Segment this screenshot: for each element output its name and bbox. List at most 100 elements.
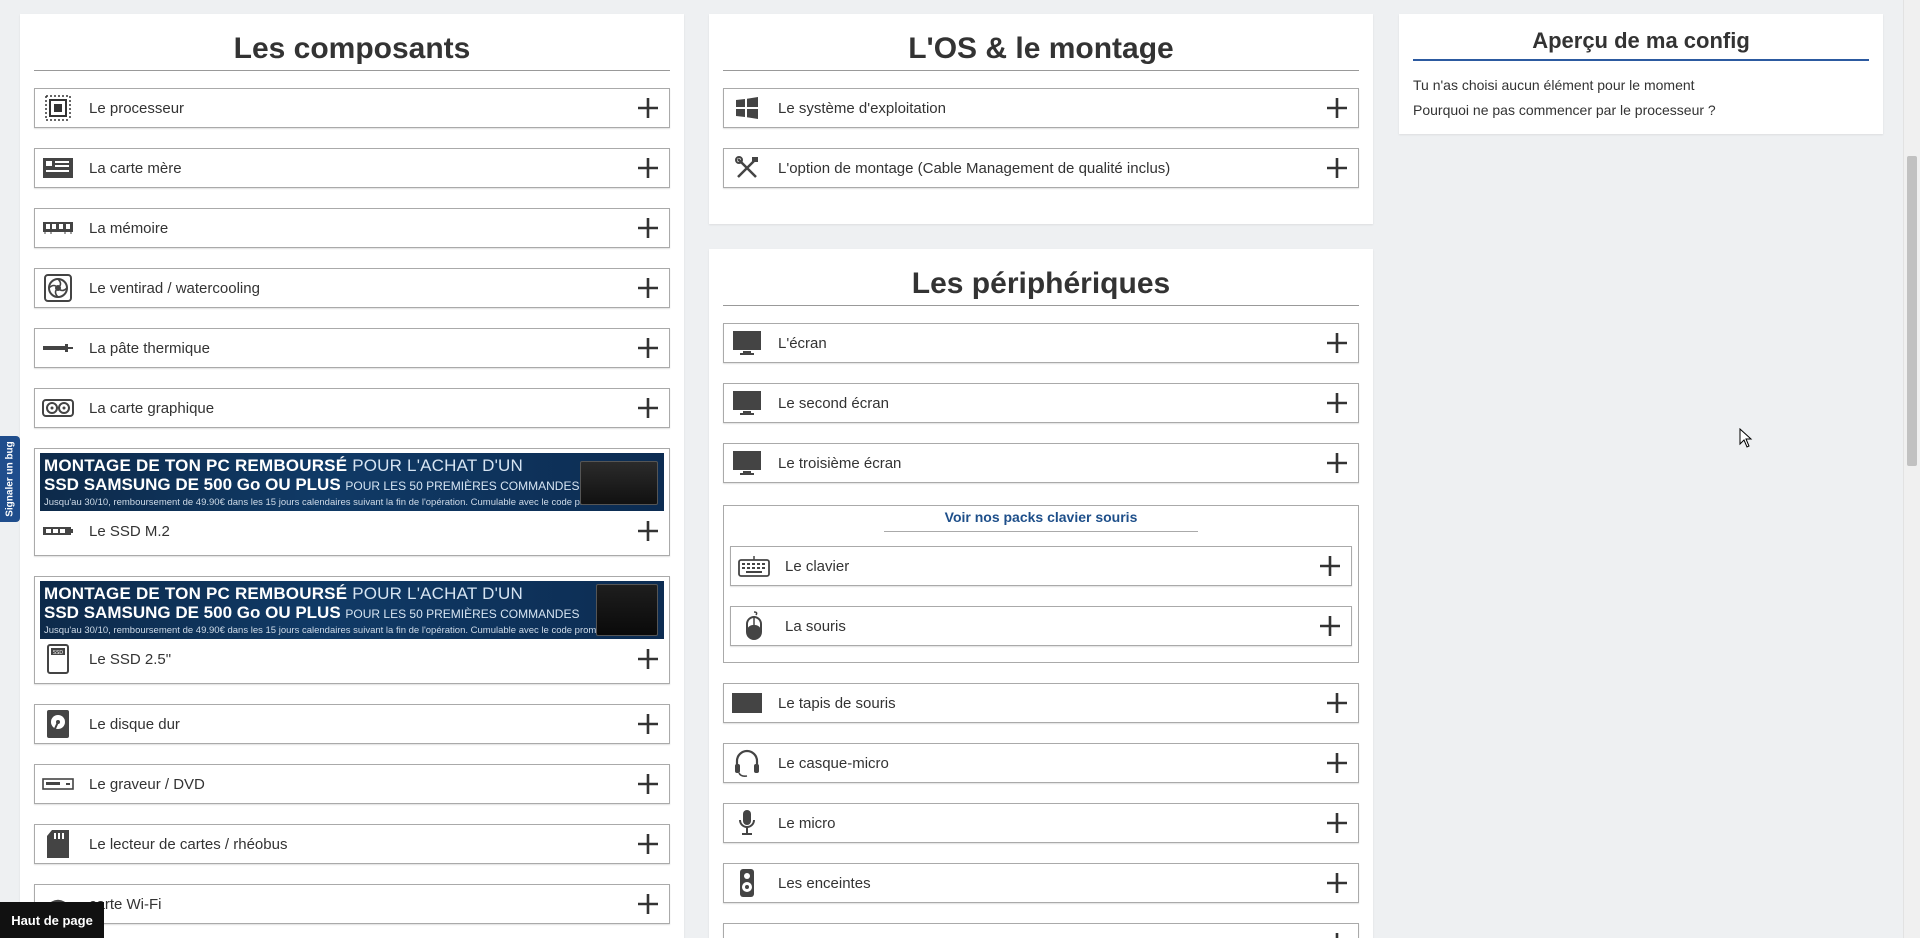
- fan-icon: [35, 269, 81, 307]
- add-wifi-button[interactable]: [627, 885, 669, 923]
- component-item-dvd[interactable]: Le graveur / DVD: [34, 764, 670, 804]
- peripheral-item-keyboard[interactable]: Le clavier: [730, 546, 1352, 586]
- component-item-memory[interactable]: La mémoire: [34, 208, 670, 248]
- add-mouse-button[interactable]: [1309, 607, 1351, 645]
- add-card-reader-button[interactable]: [627, 825, 669, 863]
- monitor-icon: [724, 444, 770, 482]
- promo-text: SAMSUNG: [83, 603, 171, 622]
- add-screen-button[interactable]: [1316, 324, 1358, 362]
- promo-text: MONTAGE DE TON PC: [44, 584, 231, 603]
- component-item-graphics-card[interactable]: La carte graphique: [34, 388, 670, 428]
- tools-icon: [724, 149, 770, 187]
- peripheral-label: La souris: [785, 617, 846, 635]
- component-label: Le disque dur: [89, 715, 180, 733]
- keyboard-mouse-group: Voir nos packs clavier souris Le clavier…: [723, 505, 1359, 663]
- dvd-drive-icon: [35, 765, 81, 803]
- back-to-top-button[interactable]: Haut de page: [0, 902, 104, 938]
- samsung-promo-banner[interactable]: MONTAGE DE TON PC REMBOURSÉ POUR L'ACHAT…: [40, 453, 664, 511]
- os-label: Le système d'exploitation: [778, 99, 946, 117]
- packs-link-divider: [884, 531, 1198, 532]
- keyboard-mouse-packs-link[interactable]: Voir nos packs clavier souris: [724, 506, 1358, 525]
- keyboard-icon: [731, 547, 777, 585]
- component-item-ssd-m2[interactable]: MONTAGE DE TON PC REMBOURSÉ POUR L'ACHAT…: [34, 448, 670, 556]
- svg-text:SSD: SSD: [53, 650, 63, 656]
- peripheral-item-headset[interactable]: Le casque-micro: [723, 743, 1359, 783]
- promo-terms: Jusqu'au 30/10, remboursement de 49.90€ …: [44, 625, 605, 636]
- component-item-wifi[interactable]: carte Wi-Fi: [34, 884, 670, 924]
- os-item-system[interactable]: Le système d'exploitation: [723, 88, 1359, 128]
- config-preview-panel: Aperçu de ma config Tu n'as choisi aucun…: [1399, 14, 1883, 134]
- add-hdd-button[interactable]: [627, 705, 669, 743]
- preview-title: Aperçu de ma config: [1532, 28, 1750, 53]
- windows-icon: [724, 89, 770, 127]
- add-third-screen-button[interactable]: [1316, 444, 1358, 482]
- peripheral-label: L'écran: [778, 334, 827, 352]
- page-scrollbar[interactable]: [1903, 0, 1920, 938]
- add-headset-button[interactable]: [1316, 744, 1358, 782]
- gpu-icon: [35, 389, 81, 427]
- peripheral-item-microphone[interactable]: Le micro: [723, 803, 1359, 843]
- add-ssd-25-button[interactable]: [627, 640, 669, 678]
- report-bug-tab[interactable]: Signaler un bug: [0, 436, 20, 522]
- peripheral-label: Le second écran: [778, 394, 889, 412]
- mouse-cursor-icon: [1739, 428, 1753, 448]
- promo-text: MONTAGE DE TON PC: [44, 456, 231, 475]
- sd-card-icon: [35, 825, 81, 863]
- add-mousepad-button[interactable]: [1316, 684, 1358, 722]
- component-item-cooler[interactable]: Le ventirad / watercooling: [34, 268, 670, 308]
- add-second-screen-button[interactable]: [1316, 384, 1358, 422]
- component-item-processor[interactable]: Le processeur: [34, 88, 670, 128]
- os-title-divider: [723, 70, 1359, 71]
- component-label: La carte graphique: [89, 399, 215, 417]
- mousepad-icon: [724, 684, 770, 722]
- add-motherboard-button[interactable]: [627, 149, 669, 187]
- add-cooler-button[interactable]: [627, 269, 669, 307]
- component-label: Le SSD 2.5": [89, 650, 172, 668]
- peripheral-item-next[interactable]: [723, 923, 1359, 938]
- os-label: L'option de montage (Cable Management de…: [778, 159, 1171, 177]
- component-label: Le processeur: [89, 99, 185, 117]
- add-memory-button[interactable]: [627, 209, 669, 247]
- peripheral-item-mouse[interactable]: La souris: [730, 606, 1352, 646]
- component-label: Le ventirad / watercooling: [89, 279, 260, 297]
- component-item-card-reader[interactable]: Le lecteur de cartes / rhéobus: [34, 824, 670, 864]
- add-microphone-button[interactable]: [1316, 804, 1358, 842]
- peripheral-item-second-screen[interactable]: Le second écran: [723, 383, 1359, 423]
- promo-text: REMBOURSÉ: [234, 584, 348, 603]
- peripheral-item-mousepad[interactable]: Le tapis de souris: [723, 683, 1359, 723]
- peripheral-item-speakers[interactable]: Les enceintes: [723, 863, 1359, 903]
- peripheral-item-screen[interactable]: L'écran: [723, 323, 1359, 363]
- add-speakers-button[interactable]: [1316, 864, 1358, 902]
- component-item-thermal-paste[interactable]: La pâte thermique: [34, 328, 670, 368]
- components-panel: Les composants Le processeur La carte mè…: [20, 14, 684, 938]
- add-keyboard-button[interactable]: [1309, 547, 1351, 585]
- add-os-button[interactable]: [1316, 89, 1358, 127]
- component-item-motherboard[interactable]: La carte mère: [34, 148, 670, 188]
- hdd-icon: [35, 705, 81, 743]
- headset-icon: [724, 744, 770, 782]
- promo-text: DE 500 Go OU PLUS: [175, 475, 341, 494]
- component-label: La carte mère: [89, 159, 182, 177]
- speaker-icon: [724, 864, 770, 902]
- os-item-assembly[interactable]: L'option de montage (Cable Management de…: [723, 148, 1359, 188]
- add-peripheral-button[interactable]: [1316, 924, 1358, 938]
- add-ssd-m2-button[interactable]: [627, 512, 669, 550]
- add-dvd-button[interactable]: [627, 765, 669, 803]
- add-assembly-button[interactable]: [1316, 149, 1358, 187]
- components-title: Les composants: [233, 32, 471, 65]
- samsung-promo-banner[interactable]: MONTAGE DE TON PC REMBOURSÉ POUR L'ACHAT…: [40, 581, 664, 639]
- promo-text: POUR LES 50 PREMIÈRES COMMANDES: [345, 479, 580, 493]
- add-processor-button[interactable]: [627, 89, 669, 127]
- peripheral-item-third-screen[interactable]: Le troisième écran: [723, 443, 1359, 483]
- os-panel: L'OS & le montage Le système d'exploitat…: [709, 14, 1373, 224]
- add-thermal-paste-button[interactable]: [627, 329, 669, 367]
- promo-text: DE 500 Go OU PLUS: [175, 603, 341, 622]
- promo-text: REMBOURSÉ: [234, 456, 348, 475]
- promo-text: POUR L'ACHAT D'UN: [352, 456, 523, 475]
- scrollbar-thumb[interactable]: [1907, 156, 1917, 466]
- component-item-ssd-25[interactable]: MONTAGE DE TON PC REMBOURSÉ POUR L'ACHAT…: [34, 576, 670, 684]
- component-item-hdd[interactable]: Le disque dur: [34, 704, 670, 744]
- motherboard-icon: [35, 149, 81, 187]
- add-graphics-card-button[interactable]: [627, 389, 669, 427]
- ssd-25-icon: SSD: [35, 640, 81, 678]
